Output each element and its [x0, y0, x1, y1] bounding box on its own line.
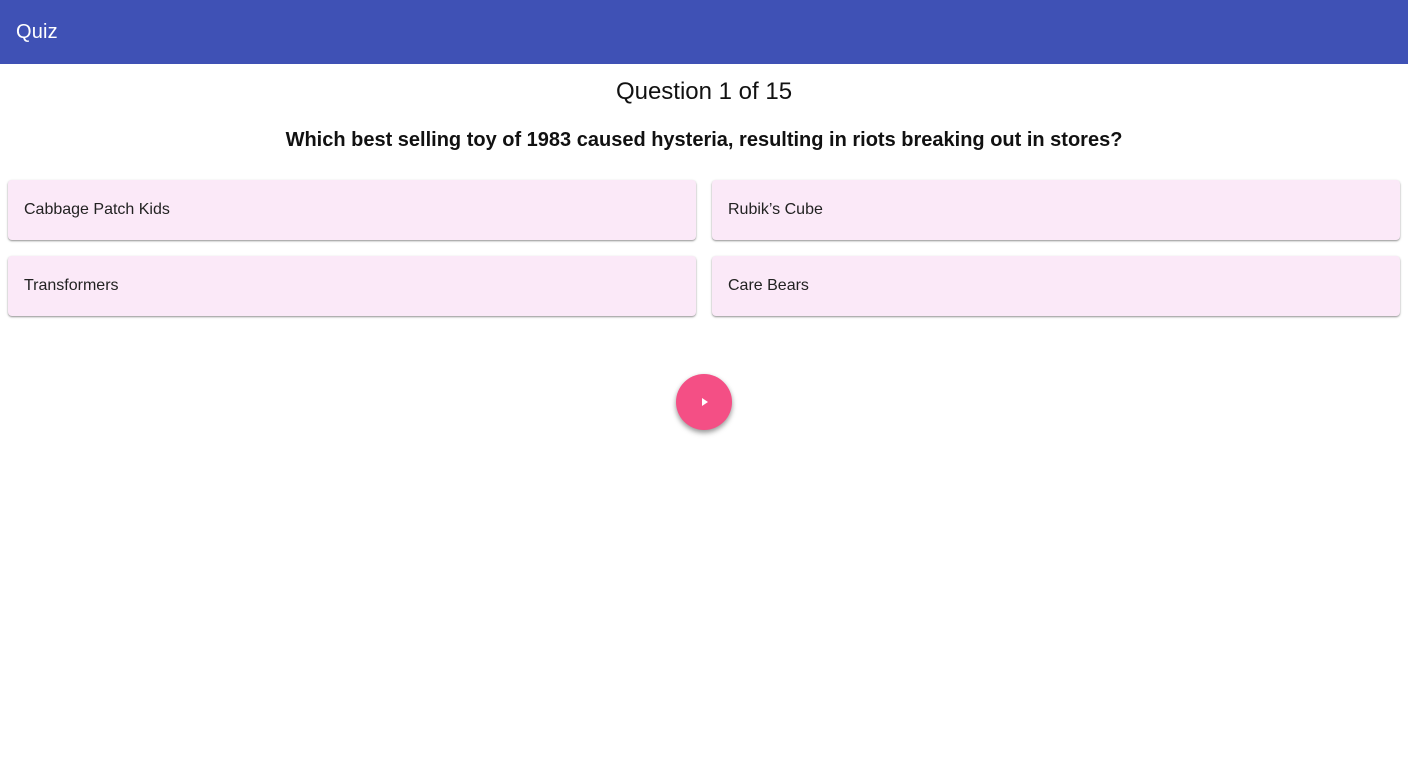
play-arrow-icon [702, 398, 708, 406]
app-bar: Quiz [0, 0, 1408, 64]
app-title: Quiz [16, 20, 58, 43]
answer-option-3[interactable]: Transformers [8, 256, 696, 316]
question-progress: Question 1 of 15 [615, 78, 793, 105]
answer-options: Cabbage Patch Kids Rubik’s Cube Transfor… [8, 180, 1400, 316]
question-text: Which best selling toy of 1983 caused hy… [285, 129, 1123, 151]
answer-option-2[interactable]: Rubik’s Cube [712, 180, 1400, 240]
next-question-button[interactable] [676, 374, 732, 430]
answer-option-4[interactable]: Care Bears [712, 256, 1400, 316]
answer-option-1[interactable]: Cabbage Patch Kids [8, 180, 696, 240]
